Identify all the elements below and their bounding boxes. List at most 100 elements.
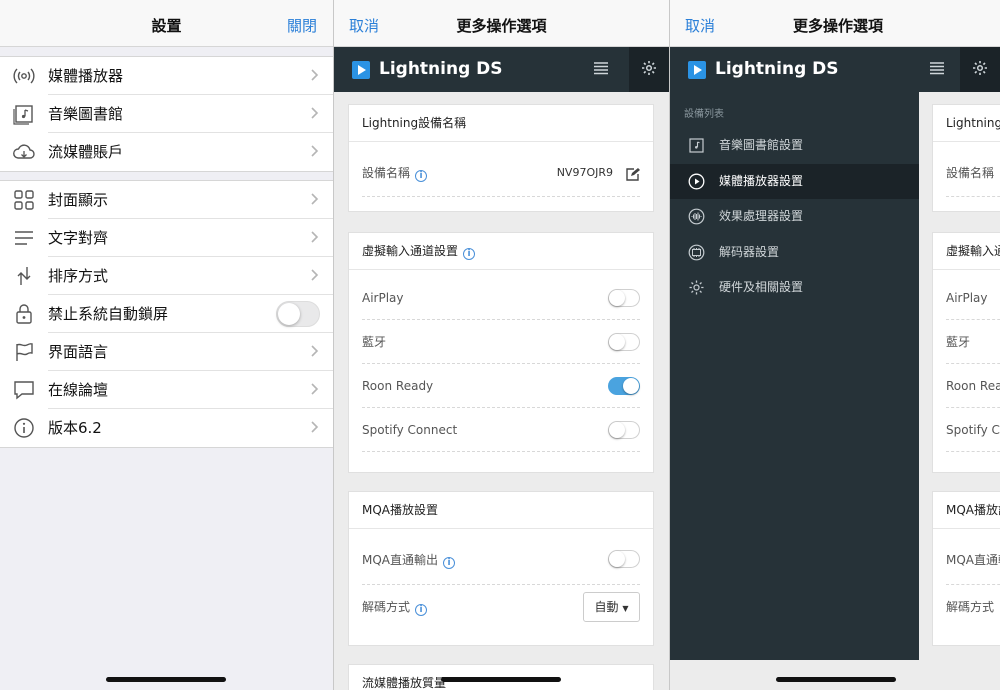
settings-item-text-align[interactable]: 文字對齊	[0, 219, 333, 257]
bluetooth-toggle[interactable]	[608, 333, 640, 351]
align-icon	[0, 219, 48, 257]
settings-screen: 設置 關閉 媒體播放器 音樂圖書館 流媒體賬戶 封面顯示 文字對齊 排序方式 禁…	[0, 0, 333, 690]
drawer-item-label: 音樂圖書館設置	[719, 138, 804, 152]
bluetooth-row: 藍牙	[946, 320, 1000, 364]
bluetooth-row: 藍牙	[362, 320, 640, 364]
settings-item-music-library[interactable]: 音樂圖書館	[0, 95, 333, 133]
play-logo-icon	[688, 61, 706, 79]
chevron-right-icon	[311, 345, 319, 357]
card-header: 虛擬輸入通	[933, 233, 1000, 270]
info-icon[interactable]: i	[443, 557, 456, 569]
chevron-right-icon	[311, 69, 319, 81]
row-label: 解碼方式	[362, 600, 411, 614]
roon-ready-toggle[interactable]	[608, 377, 640, 395]
settings-group-2: 封面顯示 文字對齊 排序方式 禁止系統自動鎖屏 界面語言 在線論壇 版本6.2	[0, 180, 333, 448]
settings-item-disable-autolock: 禁止系統自動鎖屏	[0, 295, 333, 333]
app-title: Lightning DS	[715, 59, 839, 79]
device-name-row: 設備名稱 i NV97OJR9	[362, 142, 640, 197]
mqa-passthrough-row: MQA直通輸出 i	[362, 529, 640, 585]
autolock-toggle[interactable]	[276, 301, 320, 327]
mqa-card: MQA播放設置 MQA直通輸出 i 解碼方式 i 自動 ▼	[348, 491, 654, 646]
row-label: 藍牙	[362, 335, 387, 349]
drawer-item-music-library[interactable]: 音樂圖書館設置	[670, 128, 919, 163]
close-button[interactable]: 關閉	[287, 15, 317, 36]
toggle-knob	[278, 303, 300, 325]
more-options-drawer-screen: 取消 更多操作選項 Lightning DS Lightning設 設備名稱 虛…	[670, 0, 1000, 690]
mqa-card: MQA播放設 MQA直通輸 解碼方式	[932, 491, 1000, 646]
drawer-item-hardware[interactable]: 硬件及相關設置	[670, 270, 919, 305]
settings-item-sort[interactable]: 排序方式	[0, 257, 333, 295]
decode-mode-row: 解碼方式 i 自動 ▼	[362, 585, 640, 629]
drawer-item-label: 媒體播放器設置	[719, 174, 804, 188]
settings-item-label: 版本6.2	[48, 419, 102, 437]
app-header: Lightning DS	[670, 47, 1000, 92]
drawer-item-effects[interactable]: 效果處理器設置	[670, 199, 919, 234]
virtual-input-card: 虛擬輸入通道設置 i AirPlay 藍牙 Roon Ready Spotify …	[348, 232, 654, 473]
info-icon[interactable]: i	[415, 604, 428, 616]
home-indicator	[776, 677, 896, 682]
device-name-value: NV97OJR9	[556, 166, 613, 179]
settings-item-version[interactable]: 版本6.2	[0, 409, 333, 447]
chevron-right-icon	[311, 107, 319, 119]
airplay-row: AirPlay	[946, 276, 1000, 320]
app-header: Lightning DS	[334, 47, 669, 92]
virtual-input-card: 虛擬輸入通 AirPlay 藍牙 Roon Read Spotify Co	[932, 232, 1000, 473]
spotify-connect-row: Spotify Co	[946, 408, 1000, 452]
card-header: MQA播放設置	[349, 492, 653, 529]
music-library-icon	[689, 138, 704, 153]
chevron-right-icon	[311, 383, 319, 395]
page-title: 更多操作選項	[792, 17, 883, 35]
spotify-connect-toggle[interactable]	[608, 421, 640, 439]
lock-icon	[0, 295, 48, 333]
list-menu-icon[interactable]	[929, 61, 945, 75]
play-logo-icon	[352, 61, 370, 79]
drawer-item-decoder[interactable]: 解码器設置	[670, 235, 919, 270]
drawer-item-label: 解码器設置	[719, 245, 780, 259]
chevron-right-icon	[311, 145, 319, 157]
gear-icon	[642, 61, 656, 75]
settings-gear-button[interactable]	[960, 47, 1000, 92]
app-title: Lightning DS	[379, 59, 503, 79]
page-title: 更多操作選項	[456, 17, 547, 35]
info-icon[interactable]: i	[463, 248, 476, 260]
drawer-item-label: 硬件及相關設置	[719, 280, 804, 294]
airplay-row: AirPlay	[362, 276, 640, 320]
row-label: 解碼方式	[946, 600, 995, 614]
decode-mode-dropdown[interactable]: 自動 ▼	[583, 592, 640, 622]
chevron-right-icon	[311, 193, 319, 205]
mqa-passthrough-toggle[interactable]	[608, 550, 640, 568]
home-indicator	[441, 677, 561, 682]
airplay-toggle[interactable]	[608, 289, 640, 307]
roon-ready-row: Roon Ready	[362, 364, 640, 408]
chevron-right-icon	[311, 231, 319, 243]
page-title: 設置	[151, 17, 182, 35]
drawer-item-media-player[interactable]: 媒體播放器設置	[670, 164, 919, 199]
gear-icon	[973, 61, 987, 75]
sort-icon	[0, 257, 48, 295]
settings-navbar: 設置 關閉	[0, 0, 333, 47]
gear-icon	[689, 280, 704, 295]
settings-item-label: 文字對齊	[48, 219, 333, 257]
row-label: Spotify Connect	[362, 423, 458, 437]
settings-gear-button[interactable]	[629, 47, 669, 92]
card-header: Lightning設	[933, 105, 1000, 142]
spotify-connect-row: Spotify Connect	[362, 408, 640, 452]
settings-item-cover-display[interactable]: 封面顯示	[0, 181, 333, 219]
home-indicator	[106, 677, 226, 682]
settings-item-label: 界面語言	[48, 333, 333, 371]
settings-item-language[interactable]: 界面語言	[0, 333, 333, 371]
card-header: 虛擬輸入通道設置 i	[349, 233, 653, 270]
settings-item-streaming-accounts[interactable]: 流媒體賬戶	[0, 133, 333, 171]
settings-item-label: 排序方式	[48, 257, 333, 295]
row-label: 藍牙	[946, 335, 971, 349]
edit-icon[interactable]	[625, 167, 640, 181]
decoder-icon	[688, 244, 705, 261]
info-icon[interactable]: i	[415, 170, 428, 182]
row-label: Roon Ready	[362, 379, 434, 393]
card-header-text: 虛擬輸入通道設置	[362, 244, 459, 258]
list-menu-icon[interactable]	[593, 61, 609, 75]
device-name-label: 設備名稱	[362, 166, 411, 180]
settings-group-1: 媒體播放器 音樂圖書館 流媒體賬戶	[0, 56, 333, 172]
settings-item-forum[interactable]: 在線論壇	[0, 371, 333, 409]
settings-item-media-player[interactable]: 媒體播放器	[0, 57, 333, 95]
